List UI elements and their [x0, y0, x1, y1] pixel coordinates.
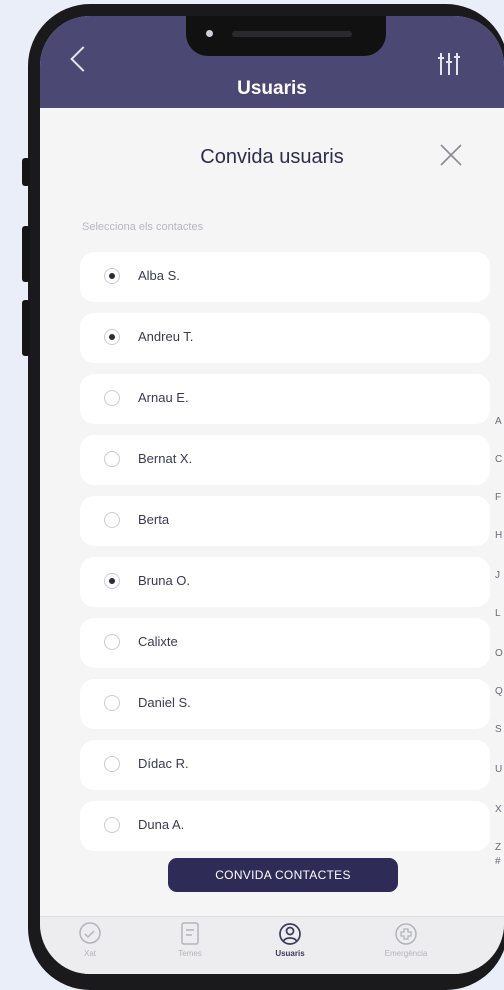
radio-button[interactable]	[104, 512, 120, 528]
index-letter[interactable]: Q	[495, 686, 503, 697]
contact-item[interactable]: Daniel S.	[80, 679, 490, 729]
radio-button[interactable]	[104, 756, 120, 772]
radio-button[interactable]	[104, 695, 120, 711]
contact-item[interactable]: Bernat X.	[80, 435, 490, 485]
contact-name: Dídac R.	[138, 756, 189, 771]
bottom-nav: Xat Temes Usuaris Emergència	[40, 916, 504, 974]
contact-name: Calixte	[138, 634, 178, 649]
nav-item-temes[interactable]: Temes	[140, 921, 240, 958]
select-contacts-label: Selecciona els contactes	[82, 221, 204, 233]
index-letter[interactable]: F	[495, 492, 501, 503]
contact-name: Daniel S.	[138, 695, 191, 710]
contact-name: Arnau E.	[138, 390, 189, 405]
contact-item[interactable]: Bruna O.	[80, 557, 490, 607]
nav-item-xat[interactable]: Xat	[40, 921, 140, 958]
radio-button[interactable]	[104, 329, 120, 345]
phone-side-button	[22, 158, 30, 186]
contact-name: Bernat X.	[138, 451, 193, 466]
chat-bubble-icon	[77, 921, 103, 947]
contact-item[interactable]: Berta	[80, 496, 490, 546]
phone-side-button	[22, 226, 30, 282]
contact-name: Duna A.	[138, 817, 185, 832]
index-letter[interactable]: S	[495, 724, 502, 735]
contact-item[interactable]: Andreu T.	[80, 313, 490, 363]
contact-item[interactable]: Calixte	[80, 618, 490, 668]
phone-side-button	[22, 300, 30, 356]
contact-item[interactable]: Arnau E.	[80, 374, 490, 424]
index-letter[interactable]: X	[495, 804, 502, 815]
invite-contacts-button[interactable]: CONVIDA CONTACTES	[168, 858, 398, 892]
phone-notch	[186, 16, 386, 56]
emergency-icon	[393, 921, 419, 947]
camera-icon	[206, 30, 213, 37]
index-letter[interactable]: H	[495, 530, 502, 541]
index-letter[interactable]: #	[495, 856, 501, 867]
nav-label: Xat	[83, 949, 96, 958]
index-letter[interactable]: A	[495, 416, 502, 427]
radio-button[interactable]	[104, 817, 120, 833]
index-letter[interactable]: Z	[495, 842, 501, 853]
radio-button[interactable]	[104, 573, 120, 589]
contact-item[interactable]: Duna A.	[80, 801, 490, 851]
index-letter[interactable]: L	[495, 608, 501, 619]
index-letter[interactable]: J	[495, 570, 500, 581]
contact-name: Andreu T.	[138, 329, 194, 344]
contact-name: Berta	[138, 512, 170, 527]
contact-name: Bruna O.	[138, 573, 191, 588]
close-icon[interactable]	[438, 142, 464, 168]
document-icon	[177, 921, 203, 947]
alphabet-index[interactable]: A C F H J L O Q S U X Z #	[495, 408, 504, 888]
speaker-grille	[232, 31, 352, 37]
nav-label: Usuaris	[275, 949, 305, 958]
radio-button[interactable]	[104, 268, 120, 284]
nav-item-usuaris[interactable]: Usuaris	[240, 921, 340, 958]
modal-title: Convida usuaris	[200, 146, 344, 168]
radio-button[interactable]	[104, 634, 120, 650]
index-letter[interactable]: U	[495, 764, 502, 775]
nav-item-emergencia[interactable]: Emergència	[356, 921, 456, 958]
contact-name: Alba S.	[138, 268, 180, 283]
contact-item[interactable]: Alba S.	[80, 252, 490, 302]
index-letter[interactable]: O	[495, 648, 503, 659]
phone-screen: Usuaris Convida usuaris Selecciona els c…	[40, 16, 504, 974]
radio-button[interactable]	[104, 390, 120, 406]
contact-list: Alba S. Andreu T. Arnau E. Bernat X. Ber…	[80, 252, 490, 862]
invite-modal: Convida usuaris Selecciona els contactes…	[40, 108, 504, 916]
header-title: Usuaris	[237, 78, 307, 99]
contact-item[interactable]: Dídac R.	[80, 740, 490, 790]
nav-label: Emergència	[384, 949, 428, 958]
sliders-icon[interactable]	[436, 50, 462, 78]
index-letter[interactable]: C	[495, 454, 502, 465]
chevron-left-icon[interactable]	[70, 46, 96, 72]
user-icon	[277, 921, 303, 947]
nav-label: Temes	[178, 949, 202, 958]
radio-button[interactable]	[104, 451, 120, 467]
